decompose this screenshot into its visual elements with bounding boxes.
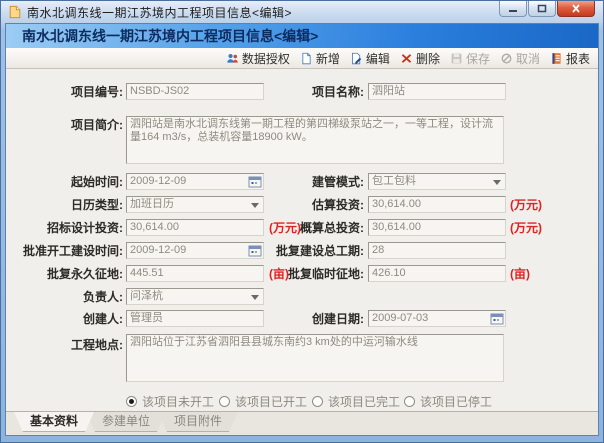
project-code-input[interactable]: NSBD-JS02 [126, 83, 264, 100]
tab-participating-units[interactable]: 参建单位 [86, 412, 166, 432]
save-label: 保存 [466, 50, 490, 67]
creator-label: 创建人: [6, 310, 123, 328]
location-textarea[interactable]: 泗阳站位于江苏省泗阳县县城东南约3 km处的中运河输水线 [126, 334, 504, 382]
users-icon [226, 52, 239, 65]
project-intro-textarea[interactable]: 泗阳站是南水北调东线第一期工程的第四梯级泵站之一，一等工程，设计流量164 m3… [126, 116, 504, 164]
radio-icon [219, 396, 230, 407]
calendar-type-select[interactable]: 加班日历 [126, 196, 264, 213]
radio-started-label: 该项目已开工 [235, 393, 307, 410]
delete-button[interactable]: 删除 [400, 50, 440, 67]
approved-duration-label: 批复建设总工期: [246, 242, 364, 260]
permanent-land-label: 批复永久征地: [6, 265, 123, 283]
estimated-investment-input[interactable]: 30,614.00 [368, 196, 506, 213]
document-app-icon [8, 5, 22, 19]
maximize-icon [537, 4, 547, 13]
bottom-tabbar: 基本资料 参建单位 项目附件 [6, 411, 598, 435]
delete-label: 删除 [416, 50, 440, 67]
radio-completed[interactable]: 该项目已完工 [312, 394, 400, 408]
build-mode-label: 建管模式: [246, 173, 364, 191]
project-code-label: 项目编号: [6, 83, 123, 101]
save-button: 保存 [450, 50, 490, 67]
window-title: 南水北调东线一期江苏境内工程项目信息<编辑> [27, 4, 292, 21]
maximize-button[interactable] [528, 1, 556, 17]
radio-icon [312, 396, 323, 407]
new-label: 新增 [316, 50, 340, 67]
radio-completed-label: 该项目已完工 [328, 393, 400, 410]
edit-button[interactable]: 编辑 [350, 50, 390, 67]
start-date-input[interactable]: 2009-12-09 [126, 173, 264, 190]
calendar-type-label: 日历类型: [6, 196, 123, 214]
temporary-land-unit: (亩) [510, 265, 530, 283]
data-authorize-label: 数据授权 [242, 50, 290, 67]
approved-duration-input[interactable]: 28 [368, 242, 506, 259]
manager-value: 问泽杭 [130, 290, 163, 302]
approved-start-date-input[interactable]: 2009-12-09 [126, 242, 264, 259]
close-icon [571, 4, 581, 13]
minimize-icon [508, 4, 518, 13]
calendar-type-value: 加班日历 [130, 198, 174, 210]
radio-not-started-label: 该项目未开工 [142, 393, 214, 410]
permanent-land-input[interactable]: 445.51 [126, 265, 264, 282]
page-title: 南水北调东线一期江苏境内工程项目信息<编辑> [22, 26, 318, 46]
project-status-group: 该项目未开工 该项目已开工 该项目已完工 该项目已停工 [6, 394, 598, 408]
close-button[interactable] [557, 1, 595, 17]
project-name-label: 项目名称: [246, 83, 364, 101]
tab-basic-info[interactable]: 基本资料 [14, 412, 94, 432]
toolbar: 数据授权 新增 编辑 删除 保存 取消 [6, 48, 598, 69]
os-titlebar: 南水北调东线一期江苏境内工程项目信息<编辑> [1, 1, 603, 23]
start-date-value: 2009-12-09 [130, 175, 186, 187]
chevron-down-icon[interactable] [251, 295, 259, 300]
create-date-value: 2009-07-03 [372, 312, 428, 324]
radio-not-started[interactable]: 该项目未开工 [126, 394, 214, 408]
new-button[interactable]: 新增 [300, 50, 340, 67]
radio-icon [126, 396, 137, 407]
manager-select[interactable]: 问泽杭 [126, 288, 264, 305]
page-header: 南水北调东线一期江苏境内工程项目信息<编辑> [6, 24, 598, 48]
approved-start-date-label: 批准开工建设时间: [6, 242, 123, 260]
budget-total-investment-input[interactable]: 30,614.00 [368, 219, 506, 236]
create-date-input[interactable]: 2009-07-03 [368, 310, 506, 327]
temporary-land-label: 批复临时征地: [246, 265, 364, 283]
radio-icon [404, 396, 415, 407]
delete-x-icon [400, 52, 413, 65]
create-date-label: 创建日期: [246, 310, 364, 328]
chevron-down-icon[interactable] [493, 180, 501, 185]
build-mode-value: 包工包料 [372, 175, 416, 187]
report-label: 报表 [566, 50, 590, 67]
edit-label: 编辑 [366, 50, 390, 67]
report-button[interactable]: 报表 [550, 50, 590, 67]
new-doc-icon [300, 52, 313, 65]
project-form: 项目编号: NSBD-JS02 项目名称: 泗阳站 项目简介: 泗阳站是南水北调… [6, 70, 598, 411]
radio-started[interactable]: 该项目已开工 [219, 394, 307, 408]
app-window: 南水北调东线一期江苏境内工程项目信息<编辑> 南水北调东线一期江苏境内工程项目信… [0, 0, 604, 443]
radio-stopped-label: 该项目已停工 [420, 393, 492, 410]
estimated-investment-unit: (万元) [510, 196, 542, 214]
bid-design-investment-label: 招标设计投资: [6, 219, 123, 237]
report-icon [550, 52, 563, 65]
approved-start-date-value: 2009-12-09 [130, 244, 186, 256]
save-icon [450, 52, 463, 65]
bid-design-investment-input[interactable]: 30,614.00 [126, 219, 264, 236]
creator-input[interactable]: 管理员 [126, 310, 264, 327]
cancel-icon [500, 52, 513, 65]
calendar-icon[interactable] [490, 312, 504, 325]
tab-project-attachments[interactable]: 项目附件 [158, 412, 238, 432]
location-label: 工程地点: [6, 336, 123, 354]
project-intro-label: 项目简介: [6, 116, 123, 134]
manager-label: 负责人: [6, 288, 123, 306]
client-area: 南水北调东线一期江苏境内工程项目信息<编辑> 数据授权 新增 编辑 删除 [5, 23, 599, 436]
budget-total-investment-label: 概算总投资: [246, 219, 364, 237]
data-authorize-button[interactable]: 数据授权 [226, 50, 290, 67]
start-date-label: 起始时间: [6, 173, 123, 191]
minimize-button[interactable] [499, 1, 527, 17]
temporary-land-input[interactable]: 426.10 [368, 265, 506, 282]
edit-doc-icon [350, 52, 363, 65]
estimated-investment-label: 估算投资: [246, 196, 364, 214]
cancel-label: 取消 [516, 50, 540, 67]
radio-stopped[interactable]: 该项目已停工 [404, 394, 492, 408]
project-name-input[interactable]: 泗阳站 [368, 83, 506, 100]
cancel-button: 取消 [500, 50, 540, 67]
build-mode-select[interactable]: 包工包料 [368, 173, 506, 190]
budget-total-investment-unit: (万元) [510, 219, 542, 237]
